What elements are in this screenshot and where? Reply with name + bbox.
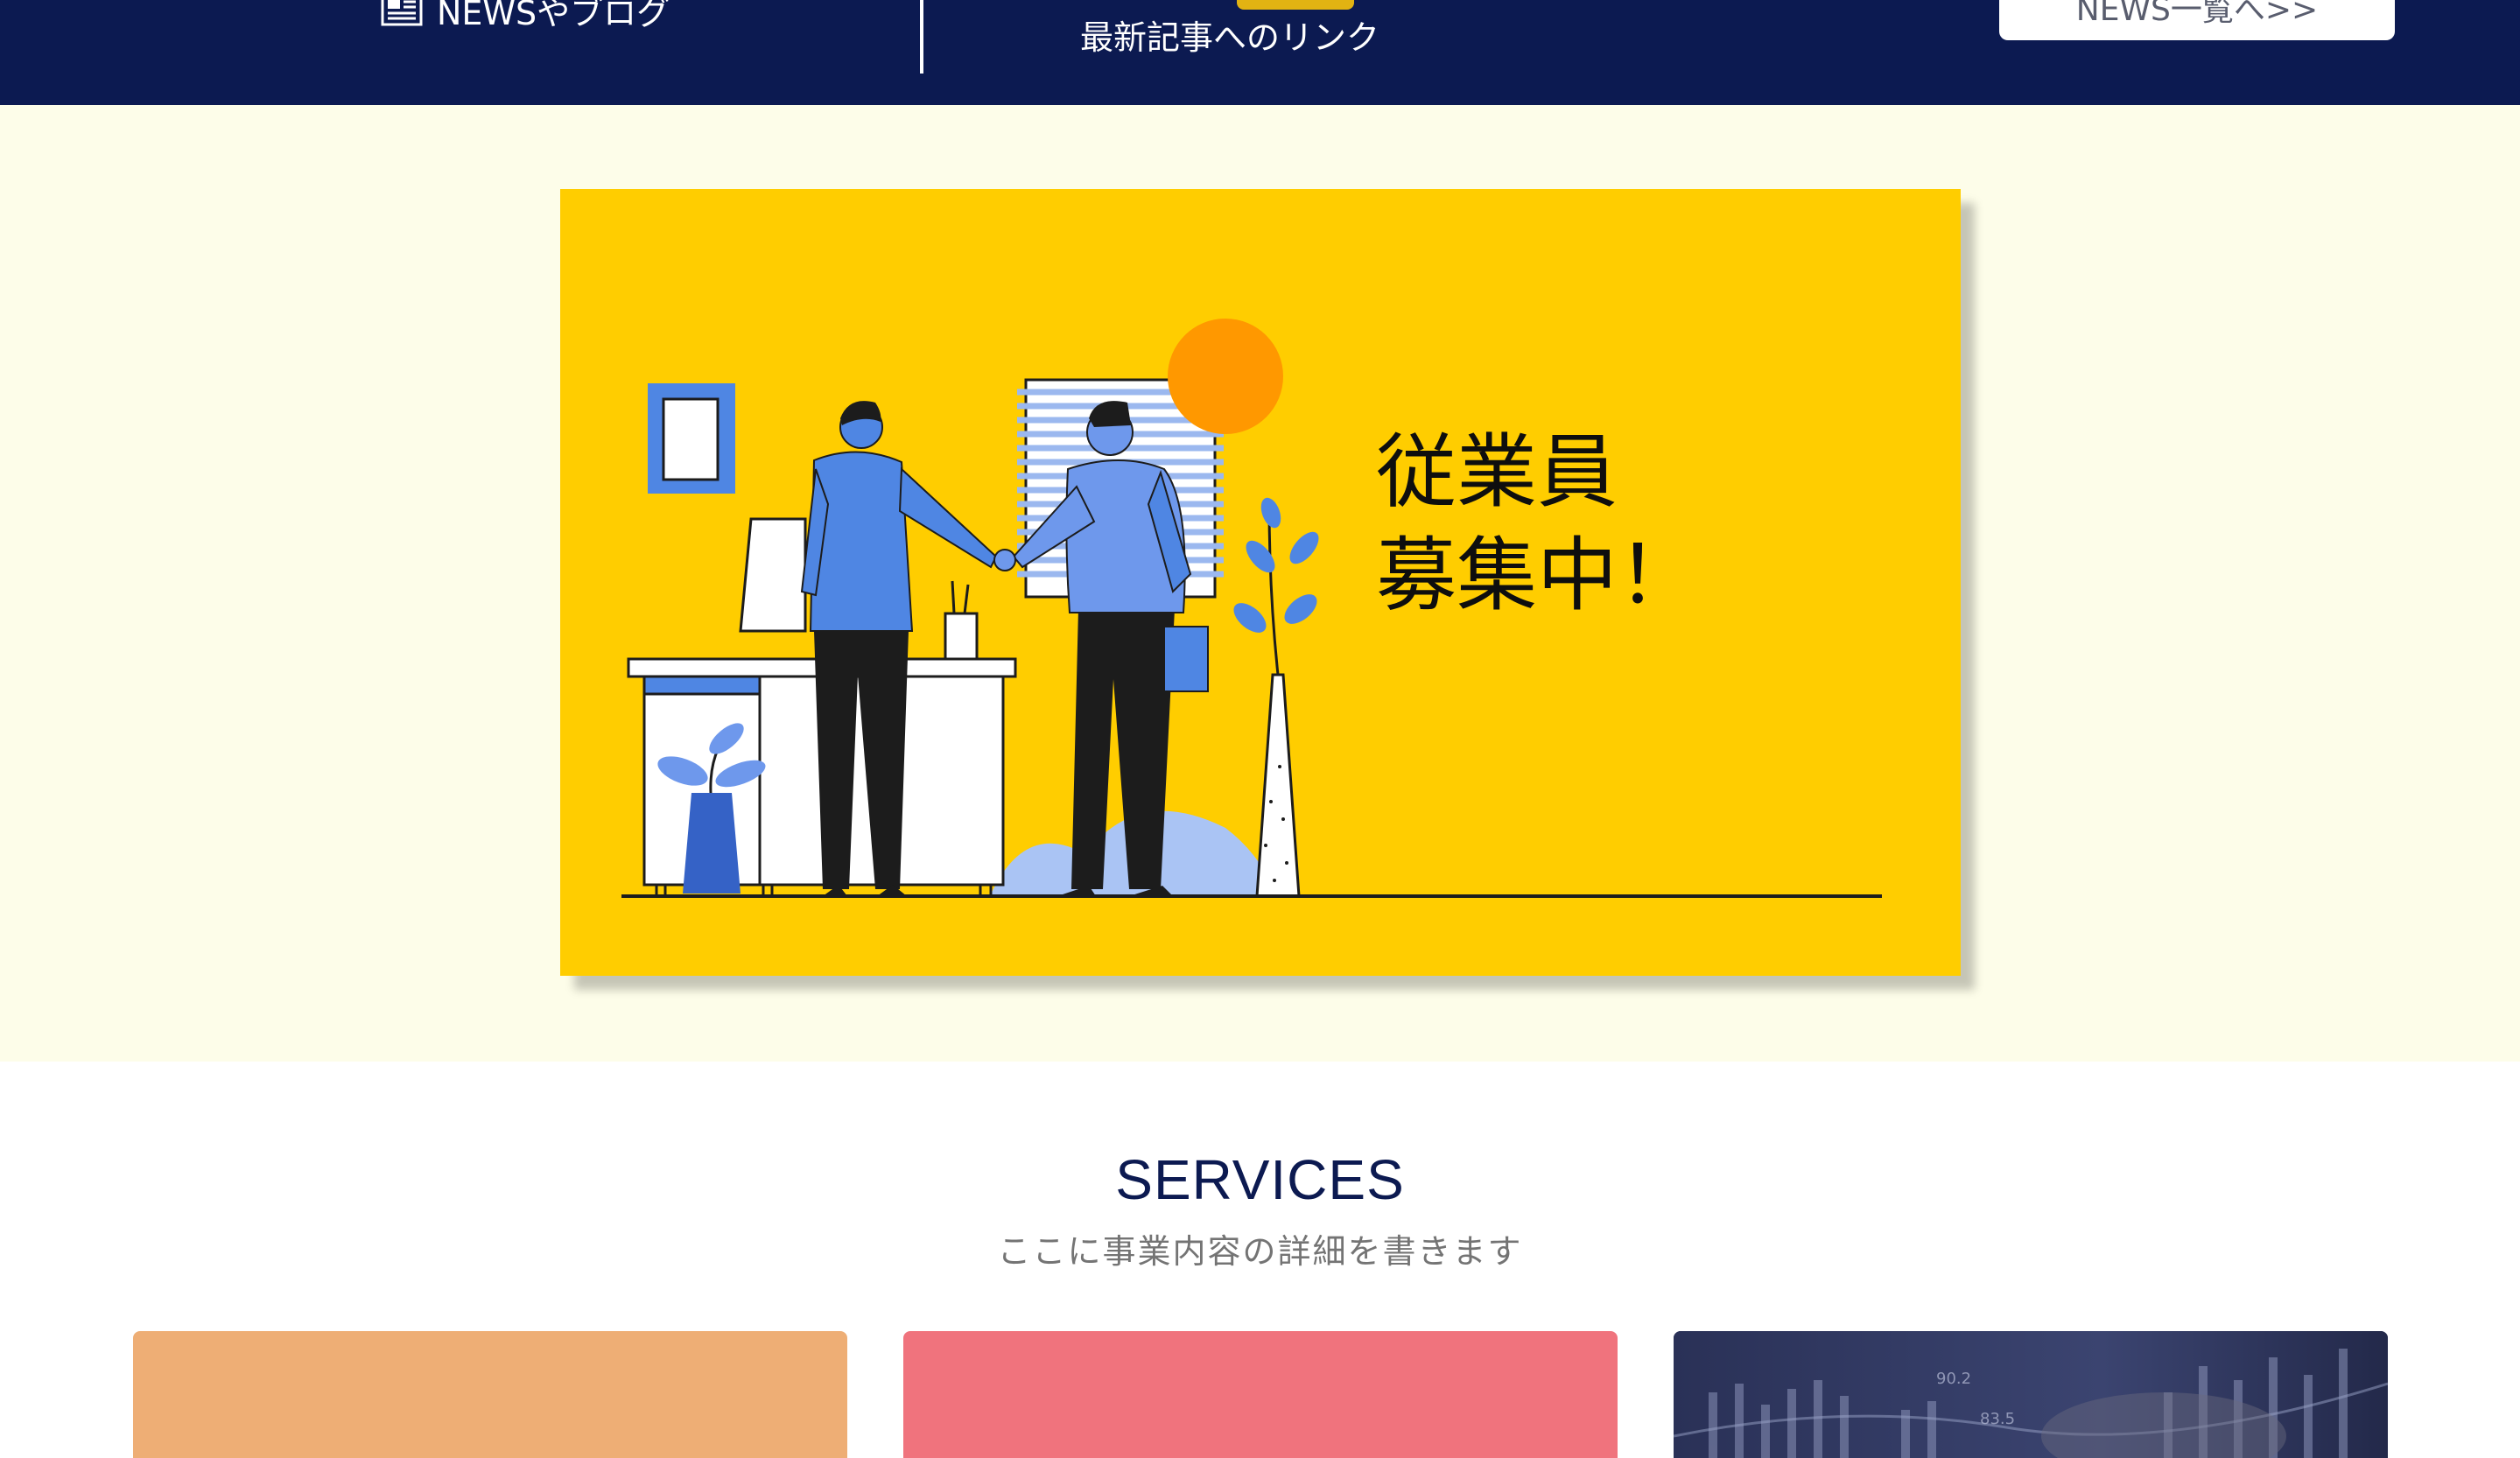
photo-label-1: 90.2 <box>1936 1370 1971 1388</box>
news-list-button-label: NEWS一覧へ>> <box>2075 0 2319 28</box>
news-label-text: NEWSやブログ <box>437 0 670 32</box>
news-list-button[interactable]: NEWS一覧へ>> <box>1999 0 2395 40</box>
banner-line-2: 募集中！ <box>1376 529 1699 622</box>
hero-section: 従業員 募集中！ <box>0 105 2520 1062</box>
photo-label-2: 83.5 <box>1980 1410 2015 1428</box>
news-divider <box>920 0 923 74</box>
newspaper-icon <box>381 0 423 26</box>
news-label[interactable]: NEWSやブログ <box>381 0 670 32</box>
services-title: SERVICES <box>1115 1148 1405 1211</box>
services-subtitle: ここに事業内容の詳細を書きます <box>997 1232 1523 1271</box>
banner-headline: 従業員 募集中！ <box>1376 421 1698 627</box>
services-section: SERVICES ここに事業内容の詳細を書きます 90.2 83.5 <box>0 1062 2520 1458</box>
service-card-3[interactable]: 90.2 83.5 <box>1674 1331 2388 1458</box>
service-card-2[interactable] <box>903 1331 1618 1458</box>
latest-article-link[interactable]: 最新記事へのリンク <box>1050 11 1409 59</box>
banner-line-1: 従業員 <box>1376 425 1618 519</box>
service-card-1[interactable] <box>133 1331 847 1458</box>
news-badge <box>1237 0 1354 10</box>
news-bar: NEWSやブログ 最新記事へのリンク NEWS一覧へ>> <box>0 0 2520 105</box>
handshake-illustration <box>621 319 1882 898</box>
recruit-banner[interactable]: 従業員 募集中！ <box>560 189 1961 976</box>
financial-chart-photo: 90.2 83.5 <box>1674 1331 2388 1458</box>
